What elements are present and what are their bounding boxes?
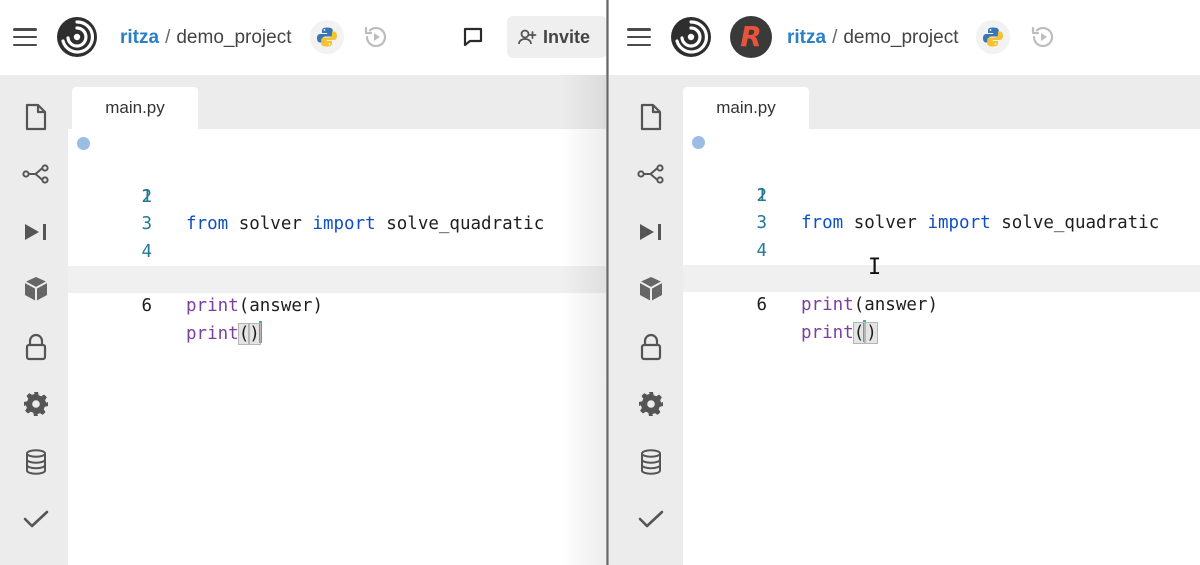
lock-icon[interactable] — [635, 331, 667, 363]
right-code-lines: 1 2 from solver import solve_quadratic 3… — [683, 128, 1200, 344]
chat-bubble-icon[interactable] — [460, 24, 486, 50]
code-line[interactable]: 1 — [68, 129, 608, 207]
avatar[interactable]: R — [730, 16, 772, 58]
package-icon[interactable] — [20, 273, 52, 305]
file-icon[interactable] — [635, 101, 667, 133]
breadcrumb-separator: / — [165, 27, 171, 48]
code-line[interactable]: 3 — [68, 184, 608, 234]
breadcrumb-project-link[interactable]: demo_project — [843, 27, 958, 48]
step-icon[interactable] — [635, 216, 667, 248]
step-icon[interactable] — [20, 216, 52, 248]
invite-label: Invite — [543, 26, 591, 47]
left-code-lines: 1 2 from solver import solve_quadratic 3… — [68, 129, 608, 345]
gear-icon[interactable] — [635, 388, 667, 420]
add-user-icon — [518, 29, 537, 45]
line-number: 6 — [756, 295, 767, 316]
breadcrumb-separator: / — [832, 27, 838, 48]
hamburger-menu-icon[interactable] — [627, 28, 651, 46]
share-icon[interactable] — [635, 158, 667, 190]
lock-icon[interactable] — [20, 331, 52, 363]
breadcrumb-user-link[interactable]: ritza — [787, 27, 826, 48]
check-icon[interactable] — [635, 503, 667, 535]
left-workspace: main.py 1 2 from solver import solve_qua… — [0, 75, 608, 565]
breadcrumb: ritza / demo_project — [787, 26, 958, 50]
check-icon[interactable] — [20, 503, 52, 535]
code-line-active[interactable]: 6 print() — [68, 265, 608, 345]
tab-main-py[interactable]: main.py — [683, 87, 809, 129]
python-icon[interactable] — [310, 20, 344, 54]
code-line-active[interactable]: 6 print() — [683, 264, 1200, 344]
code-text: print(answer) — [186, 296, 323, 317]
left-sidebar — [0, 87, 70, 565]
gear-icon[interactable] — [20, 388, 52, 420]
history-play-icon[interactable] — [359, 20, 393, 54]
right-sidebar — [609, 87, 679, 565]
code-line[interactable]: 4 answer = solve_quadratic(5, 6, 1) — [683, 210, 1200, 288]
right-editor-pane: R ritza / demo_project main.py 1 2 from … — [609, 0, 1200, 565]
replit-logo-icon[interactable] — [56, 16, 98, 58]
left-header: ritza / demo_project Invite — [0, 0, 608, 75]
code-line[interactable]: 1 — [683, 128, 1200, 206]
right-workspace: main.py 1 2 from solver import solve_qua… — [609, 75, 1200, 565]
code-text: print() — [801, 319, 878, 347]
line-number: 6 — [141, 296, 152, 317]
code-line[interactable]: 5 print(answer) — [683, 238, 1200, 315]
breadcrumb: ritza / demo_project — [120, 26, 291, 50]
history-play-icon[interactable] — [1026, 20, 1060, 54]
code-line[interactable]: 2 from solver import solve_quadratic — [683, 155, 1200, 233]
breakpoint-dot-icon[interactable] — [77, 137, 90, 150]
share-icon[interactable] — [20, 158, 52, 190]
code-text: print(answer) — [801, 295, 938, 316]
database-icon[interactable] — [20, 446, 52, 478]
right-header: R ritza / demo_project — [609, 0, 1200, 75]
tab-main-py[interactable]: main.py — [72, 87, 198, 129]
invite-button[interactable]: Invite — [507, 16, 607, 58]
hamburger-menu-icon[interactable] — [13, 28, 37, 46]
left-editor-pane: ritza / demo_project Invite main.py 1 2 … — [0, 0, 608, 565]
mouse-ibeam-cursor-icon: I — [868, 255, 882, 280]
package-icon[interactable] — [635, 273, 667, 305]
breadcrumb-user-link[interactable]: ritza — [120, 27, 159, 48]
left-code-editor[interactable]: 1 2 from solver import solve_quadratic 3… — [68, 129, 608, 565]
database-icon[interactable] — [635, 446, 667, 478]
breakpoint-dot-icon[interactable] — [692, 136, 705, 149]
code-line[interactable]: 2 from solver import solve_quadratic — [68, 156, 608, 234]
right-code-editor[interactable]: 1 2 from solver import solve_quadratic 3… — [683, 129, 1200, 565]
python-icon[interactable] — [976, 20, 1010, 54]
left-tab-strip: main.py — [68, 87, 608, 129]
right-tab-strip: main.py — [683, 87, 1200, 129]
code-text: print() — [186, 320, 262, 348]
breadcrumb-project-link[interactable]: demo_project — [176, 27, 291, 48]
text-cursor — [258, 320, 262, 343]
file-icon[interactable] — [20, 101, 52, 133]
code-line[interactable]: 4 answer = solve_quadratic(5, 6, 1) — [68, 211, 608, 289]
code-line[interactable]: 5 print(answer) — [68, 239, 608, 316]
code-line[interactable]: 3 — [683, 183, 1200, 233]
replit-logo-icon[interactable] — [670, 16, 712, 58]
